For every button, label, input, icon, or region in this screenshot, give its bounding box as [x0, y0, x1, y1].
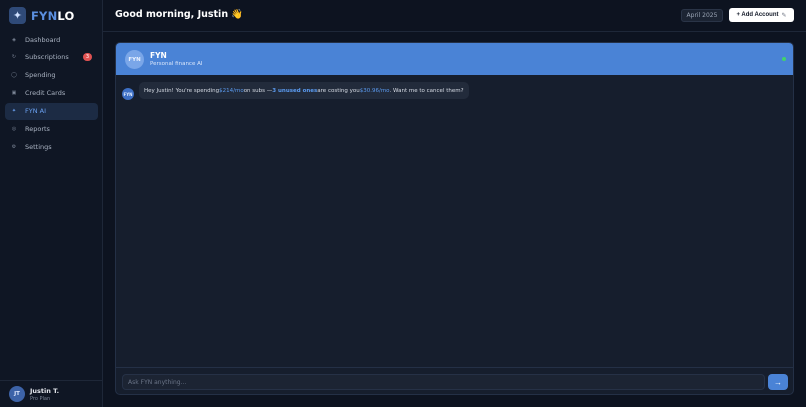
sidebar-item-dashboard[interactable]: ◈ Dashboard: [5, 31, 98, 48]
spending-icon: ◯: [11, 72, 17, 79]
sidebar-item-subscriptions[interactable]: ↻ Subscriptions 3: [5, 49, 98, 66]
sidebar-item-settings[interactable]: ⚙ Settings: [5, 138, 98, 155]
avatar: JT: [9, 386, 25, 402]
chat-panel: FYN FYN Personal finance AI FYN Hey Just…: [115, 42, 794, 395]
sidebar-item-label: Credit Cards: [25, 89, 66, 98]
add-account-label: + Add Account: [736, 12, 779, 18]
user-profile[interactable]: JT Justin T. Pro Plan: [0, 380, 102, 407]
arrow-right-icon: →: [774, 377, 782, 387]
online-status-icon: [782, 57, 786, 61]
waste-amount: $30.96/mo: [359, 87, 390, 94]
page-title: Good morning, Justin 👋: [115, 9, 244, 20]
sidebar-item-credit-cards[interactable]: ▣ Credit Cards: [5, 85, 98, 102]
chat-message: Hey Justin! You're spending $214/mo on s…: [139, 82, 469, 99]
brand-name: FYNLO: [31, 8, 75, 23]
bot-avatar: FYN: [125, 50, 144, 69]
pencil-icon: ✎: [781, 12, 787, 19]
gear-icon: ⚙: [11, 143, 17, 150]
sidebar-item-fyn-ai[interactable]: ✦ FYN AI: [5, 102, 98, 120]
bot-name: FYN: [150, 51, 167, 60]
top-header: Good morning, Justin 👋 April 2025 + Add …: [103, 0, 806, 32]
sidebar-item-label: Spending: [25, 71, 56, 80]
subscriptions-count-badge: 3: [83, 53, 92, 62]
unused-subscriptions-link[interactable]: 3 unused ones: [272, 88, 317, 94]
add-account-button[interactable]: + Add Account ✎: [729, 8, 794, 22]
user-name: Justin T.: [30, 386, 60, 395]
bot-subtitle: Personal finance AI: [150, 61, 203, 67]
sidebar-item-spending[interactable]: ◯ Spending: [5, 67, 98, 84]
spend-amount: $214/mo: [219, 87, 244, 94]
sparkle-logo-icon: ✦: [9, 7, 26, 24]
sidebar-item-label: Dashboard: [25, 35, 61, 44]
user-plan: Pro Plan: [30, 395, 51, 402]
logo[interactable]: ✦ FYNLO: [9, 7, 75, 24]
chat-header: FYN FYN Personal finance AI: [116, 43, 793, 75]
sidebar-item-reports[interactable]: ◎ Reports: [5, 120, 98, 137]
refresh-icon: ↻: [11, 54, 17, 61]
reports-icon: ◎: [11, 125, 17, 132]
sidebar-item-label: Settings: [25, 142, 52, 151]
sidebar-item-label: Reports: [25, 124, 50, 133]
dashboard-icon: ◈: [12, 36, 16, 43]
card-icon: ▣: [11, 90, 17, 97]
sidebar-nav: ◈ Dashboard ↻ Subscriptions 3 ◯ Spending…: [5, 31, 98, 156]
sidebar-item-label: FYN AI: [25, 107, 47, 116]
message-avatar: FYN: [122, 88, 134, 100]
period-selector[interactable]: April 2025: [681, 9, 723, 22]
chat-input-row: →: [116, 367, 793, 394]
send-button[interactable]: →: [768, 374, 788, 390]
sparkle-icon: ✦: [11, 108, 17, 115]
sidebar-item-label: Subscriptions: [25, 53, 69, 62]
sidebar: ✦ FYNLO ◈ Dashboard ↻ Subscriptions 3 ◯ …: [0, 0, 103, 407]
chat-input[interactable]: [122, 374, 765, 390]
user-info: Justin T. Pro Plan: [30, 387, 59, 402]
